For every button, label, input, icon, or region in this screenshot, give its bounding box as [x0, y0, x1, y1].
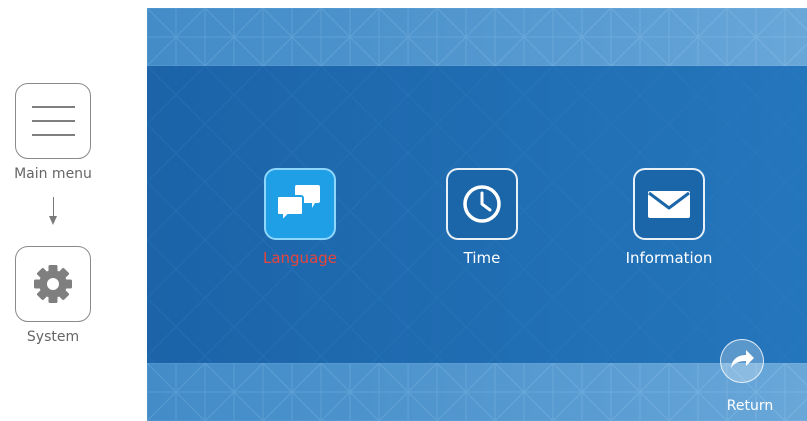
- envelope-icon: [648, 191, 690, 218]
- bottom-pattern-band: [147, 363, 807, 421]
- time-label: Time: [463, 249, 501, 267]
- return-label[interactable]: Return: [718, 398, 782, 414]
- down-arrow-icon: [53, 197, 54, 218]
- gear-icon: [33, 264, 72, 303]
- main-menu-label: Main menu: [14, 166, 92, 182]
- system-button[interactable]: [15, 246, 91, 322]
- language-button[interactable]: [264, 168, 336, 240]
- information-button[interactable]: [633, 168, 705, 240]
- clock-icon: [463, 185, 501, 223]
- return-arrow-icon: [731, 350, 754, 368]
- language-label: Language: [262, 249, 338, 267]
- device-screen: Language Time Information Return: [147, 8, 807, 421]
- down-arrow-head: [49, 216, 57, 225]
- time-button[interactable]: [446, 168, 518, 240]
- chat-bubbles-icon: [276, 185, 320, 224]
- information-label: Information: [625, 249, 713, 267]
- return-button[interactable]: [720, 339, 764, 383]
- top-pattern-band: [147, 8, 807, 66]
- system-label: System: [26, 329, 80, 345]
- main-menu-button[interactable]: [15, 83, 91, 159]
